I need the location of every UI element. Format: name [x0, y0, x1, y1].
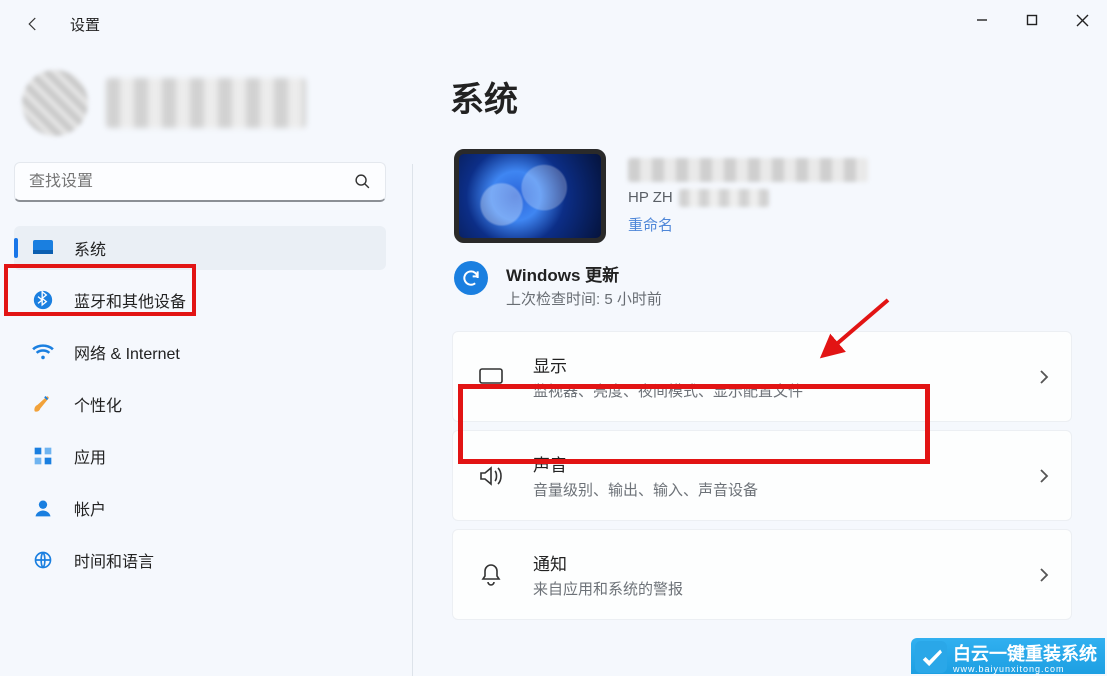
- sidebar-item-personalization[interactable]: 个性化: [14, 382, 386, 426]
- update-subtitle: 上次检查时间: 5 小时前: [506, 288, 662, 309]
- sidebar-item-accounts[interactable]: 帐户: [14, 486, 386, 530]
- sidebar-item-system[interactable]: 系统: [14, 226, 386, 270]
- nav-list: 系统 蓝牙和其他设备 网络 & Internet 个性化 应用: [14, 226, 400, 582]
- user-profile[interactable]: [14, 60, 400, 146]
- divider: [412, 164, 413, 676]
- sync-icon: [454, 261, 488, 295]
- card-title: 声音: [533, 451, 1039, 476]
- apps-icon: [28, 446, 58, 466]
- display-icon: [475, 366, 507, 388]
- card-title: 通知: [533, 550, 1039, 575]
- chevron-right-icon: [1039, 567, 1049, 583]
- sidebar-item-bluetooth[interactable]: 蓝牙和其他设备: [14, 278, 386, 322]
- sound-icon: [475, 464, 507, 488]
- update-title: Windows 更新: [506, 261, 662, 286]
- user-name-blurred: [106, 78, 306, 128]
- bell-icon: [475, 562, 507, 588]
- watermark-text: 白云一键重装系统: [953, 644, 1097, 664]
- brush-icon: [28, 393, 58, 415]
- globe-icon: [28, 550, 58, 570]
- card-display[interactable]: 显示 监视器、亮度、夜间模式、显示配置文件: [452, 331, 1072, 422]
- title-bar: 设置: [0, 0, 1107, 48]
- card-subtitle: 来自应用和系统的警报: [533, 578, 1039, 599]
- rename-link[interactable]: 重命名: [628, 214, 673, 235]
- sidebar-item-network[interactable]: 网络 & Internet: [14, 330, 386, 374]
- watermark-url: www.baiyunxitong.com: [953, 664, 1097, 674]
- card-title: 显示: [533, 352, 1039, 377]
- bluetooth-icon: [28, 290, 58, 310]
- sidebar-item-label: 系统: [74, 236, 106, 260]
- device-model: HP ZH: [628, 188, 788, 208]
- sidebar-item-label: 蓝牙和其他设备: [74, 288, 186, 312]
- device-info: HP ZH 重命名: [454, 149, 1080, 243]
- device-name-blurred: [628, 158, 868, 182]
- watermark-logo-icon: [915, 641, 947, 673]
- search-input[interactable]: [29, 173, 354, 191]
- system-icon: [28, 239, 58, 257]
- sidebar-item-label: 应用: [74, 444, 106, 468]
- sidebar-item-label: 时间和语言: [74, 548, 154, 572]
- card-subtitle: 监视器、亮度、夜间模式、显示配置文件: [533, 380, 1039, 401]
- settings-cards: 显示 监视器、亮度、夜间模式、显示配置文件 声音 音量级别、输出、输入、声音设备: [452, 331, 1080, 620]
- minimize-button[interactable]: [957, 0, 1007, 40]
- app-title: 设置: [70, 14, 100, 35]
- chevron-right-icon: [1039, 369, 1049, 385]
- sidebar: 系统 蓝牙和其他设备 网络 & Internet 个性化 应用: [0, 60, 400, 582]
- wifi-icon: [28, 343, 58, 361]
- close-button[interactable]: [1057, 0, 1107, 40]
- chevron-right-icon: [1039, 468, 1049, 484]
- card-subtitle: 音量级别、输出、输入、声音设备: [533, 479, 1039, 500]
- card-notifications[interactable]: 通知 来自应用和系统的警报: [452, 529, 1072, 620]
- watermark: 白云一键重装系统 www.baiyunxitong.com: [911, 638, 1105, 674]
- windows-update-row[interactable]: Windows 更新 上次检查时间: 5 小时前: [454, 261, 1080, 309]
- sidebar-item-time-language[interactable]: 时间和语言: [14, 538, 386, 582]
- search-box[interactable]: [14, 162, 386, 202]
- sidebar-item-label: 帐户: [74, 496, 106, 520]
- sidebar-item-label: 个性化: [74, 392, 122, 416]
- account-icon: [28, 498, 58, 518]
- avatar: [22, 70, 88, 136]
- device-thumbnail: [454, 149, 606, 243]
- content-area: 系统 HP ZH 重命名 Windows 更新 上次检查时间: 5 小时前 显示…: [430, 72, 1080, 620]
- search-icon: [354, 173, 371, 190]
- back-button[interactable]: [10, 1, 56, 47]
- sidebar-item-label: 网络 & Internet: [74, 340, 180, 364]
- sidebar-item-apps[interactable]: 应用: [14, 434, 386, 478]
- page-title: 系统: [450, 72, 1080, 121]
- window-controls: [957, 0, 1107, 40]
- maximize-button[interactable]: [1007, 0, 1057, 40]
- card-sound[interactable]: 声音 音量级别、输出、输入、声音设备: [452, 430, 1072, 521]
